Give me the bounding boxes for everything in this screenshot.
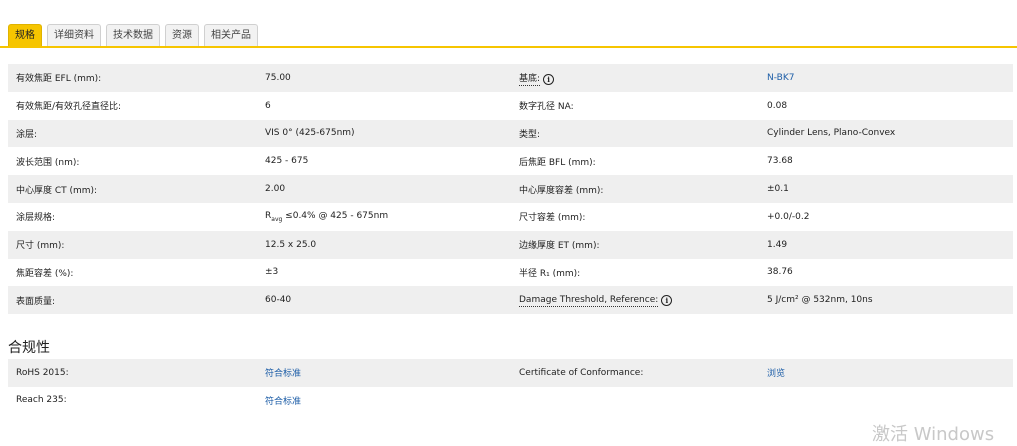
table-row: 表面质量: 60-40 Damage Threshold, Reference:…	[8, 286, 1013, 315]
table-row: 涂层规格: Ravg ≤0.4% @ 425 - 675nm 尺寸容差 (mm)…	[8, 203, 1013, 231]
spec-value-substrate: N-BK7	[759, 64, 1013, 92]
spec-value-surface-quality: 60-40	[257, 286, 511, 315]
spec-label-type: 类型:	[511, 119, 759, 148]
spec-value-dimensions: 12.5 x 25.0	[257, 230, 511, 259]
damage-threshold-label[interactable]: Damage Threshold, Reference:	[519, 294, 659, 307]
compliance-value-certificate: 浏览	[759, 359, 1013, 387]
compliance-label-rohs: RoHS 2015:	[8, 359, 257, 387]
spec-value-dimension-tolerance: +0.0/-0.2	[767, 211, 810, 222]
compliance-table: RoHS 2015: 符合标准 Certificate of Conforman…	[8, 359, 1013, 414]
spec-label-dimension-tolerance: 尺寸容差 (mm):	[519, 213, 586, 224]
spec-label-substrate: 基底: i	[511, 64, 759, 92]
spec-label-damage-threshold: Damage Threshold, Reference: i	[511, 286, 759, 315]
spec-value-center-thickness: 2.00	[257, 175, 511, 203]
spec-value-bfl: 73.68	[767, 156, 793, 167]
spec-label-wavelength-range: 波长范围 (nm):	[16, 157, 80, 168]
spec-label-na: 数字孔径 NA:	[519, 102, 574, 113]
info-icon[interactable]: i	[543, 73, 555, 85]
tab-underline	[0, 46, 1017, 48]
table-row: 涂层: VIS 0° (425-675nm) 类型: Cylinder Lens…	[8, 119, 1013, 148]
spec-value-edge-thickness: 1.49	[759, 230, 1013, 259]
reach-compliant-link[interactable]: 符合标准	[265, 397, 301, 407]
spec-value-f-number: 6	[265, 100, 271, 111]
spec-value-na: 0.08	[767, 100, 788, 111]
spec-label-efl: 有效焦距 EFL (mm):	[8, 64, 257, 92]
coating-spec-subscript: avg	[271, 215, 283, 223]
tab-specifications[interactable]: 规格	[8, 24, 42, 46]
substrate-link[interactable]: N-BK7	[767, 73, 794, 83]
spec-value-type: Cylinder Lens, Plano-Convex	[759, 119, 1013, 148]
spec-label-radius: 半径 R₁ (mm):	[519, 268, 581, 279]
info-icon[interactable]: i	[661, 294, 673, 306]
spec-label-dimensions: 尺寸 (mm):	[8, 230, 257, 259]
spec-label-f-number: 有效焦距/有效孔径直径比:	[16, 102, 122, 113]
spec-label-focal-tolerance: 焦距容差 (%):	[16, 268, 74, 279]
table-row: 有效焦距 EFL (mm): 75.00 基底: i N-BK7	[8, 64, 1013, 92]
compliance-value-reach: 符合标准	[257, 387, 511, 415]
substrate-label[interactable]: 基底:	[519, 73, 541, 86]
spec-value-coating: VIS 0° (425-675nm)	[257, 119, 511, 148]
table-row: 波长范围 (nm): 425 - 675 后焦距 BFL (mm): 73.68	[8, 147, 1013, 175]
spec-value-wavelength-range: 425 - 675	[265, 156, 309, 167]
spec-value-damage-threshold: 5 J/cm² @ 532nm, 10ns	[759, 286, 1013, 315]
compliance-label-reach: Reach 235:	[16, 395, 67, 406]
tab-bar: 规格 详细资料 技术数据 资源 相关产品	[8, 24, 258, 46]
spec-label-coating-spec: 涂层规格:	[16, 213, 56, 224]
windows-activation-watermark: 激活 Windows	[872, 424, 995, 445]
spec-value-ct-tolerance: ±0.1	[759, 175, 1013, 203]
coating-spec-suffix: ≤0.4% @ 425 - 675nm	[282, 210, 389, 221]
spec-label-edge-thickness: 边缘厚度 ET (mm):	[511, 230, 759, 259]
spec-label-bfl: 后焦距 BFL (mm):	[519, 157, 596, 168]
spec-label-coating: 涂层:	[8, 119, 257, 148]
tab-details[interactable]: 详细资料	[47, 24, 101, 46]
tab-related-products[interactable]: 相关产品	[204, 24, 258, 46]
tab-technical-data[interactable]: 技术数据	[106, 24, 160, 46]
spec-label-ct-tolerance: 中心厚度容差 (mm):	[511, 175, 759, 203]
compliance-label-certificate: Certificate of Conformance:	[511, 359, 759, 387]
spec-value-focal-tolerance: ±3	[265, 267, 279, 278]
rohs-compliant-link[interactable]: 符合标准	[265, 369, 301, 379]
spec-label-center-thickness: 中心厚度 CT (mm):	[8, 175, 257, 203]
table-row: Reach 235: 符合标准	[8, 387, 1013, 415]
tab-resources[interactable]: 资源	[165, 24, 199, 46]
compliance-title: 合规性	[8, 340, 50, 356]
certificate-view-link[interactable]: 浏览	[767, 369, 785, 379]
table-row: 有效焦距/有效孔径直径比: 6 数字孔径 NA: 0.08	[8, 92, 1013, 120]
compliance-value-rohs: 符合标准	[257, 359, 511, 387]
spec-value-radius: 38.76	[767, 267, 793, 278]
table-row: RoHS 2015: 符合标准 Certificate of Conforman…	[8, 359, 1013, 387]
spec-value-efl: 75.00	[257, 64, 511, 92]
spec-value-coating-spec: Ravg ≤0.4% @ 425 - 675nm	[257, 203, 511, 231]
spec-label-surface-quality: 表面质量:	[8, 286, 257, 315]
table-row: 中心厚度 CT (mm): 2.00 中心厚度容差 (mm): ±0.1	[8, 175, 1013, 203]
table-row: 尺寸 (mm): 12.5 x 25.0 边缘厚度 ET (mm): 1.49	[8, 230, 1013, 259]
table-row: 焦距容差 (%): ±3 半径 R₁ (mm): 38.76	[8, 259, 1013, 287]
specifications-table: 有效焦距 EFL (mm): 75.00 基底: i N-BK7 有效焦距/有效孔…	[8, 64, 1013, 315]
